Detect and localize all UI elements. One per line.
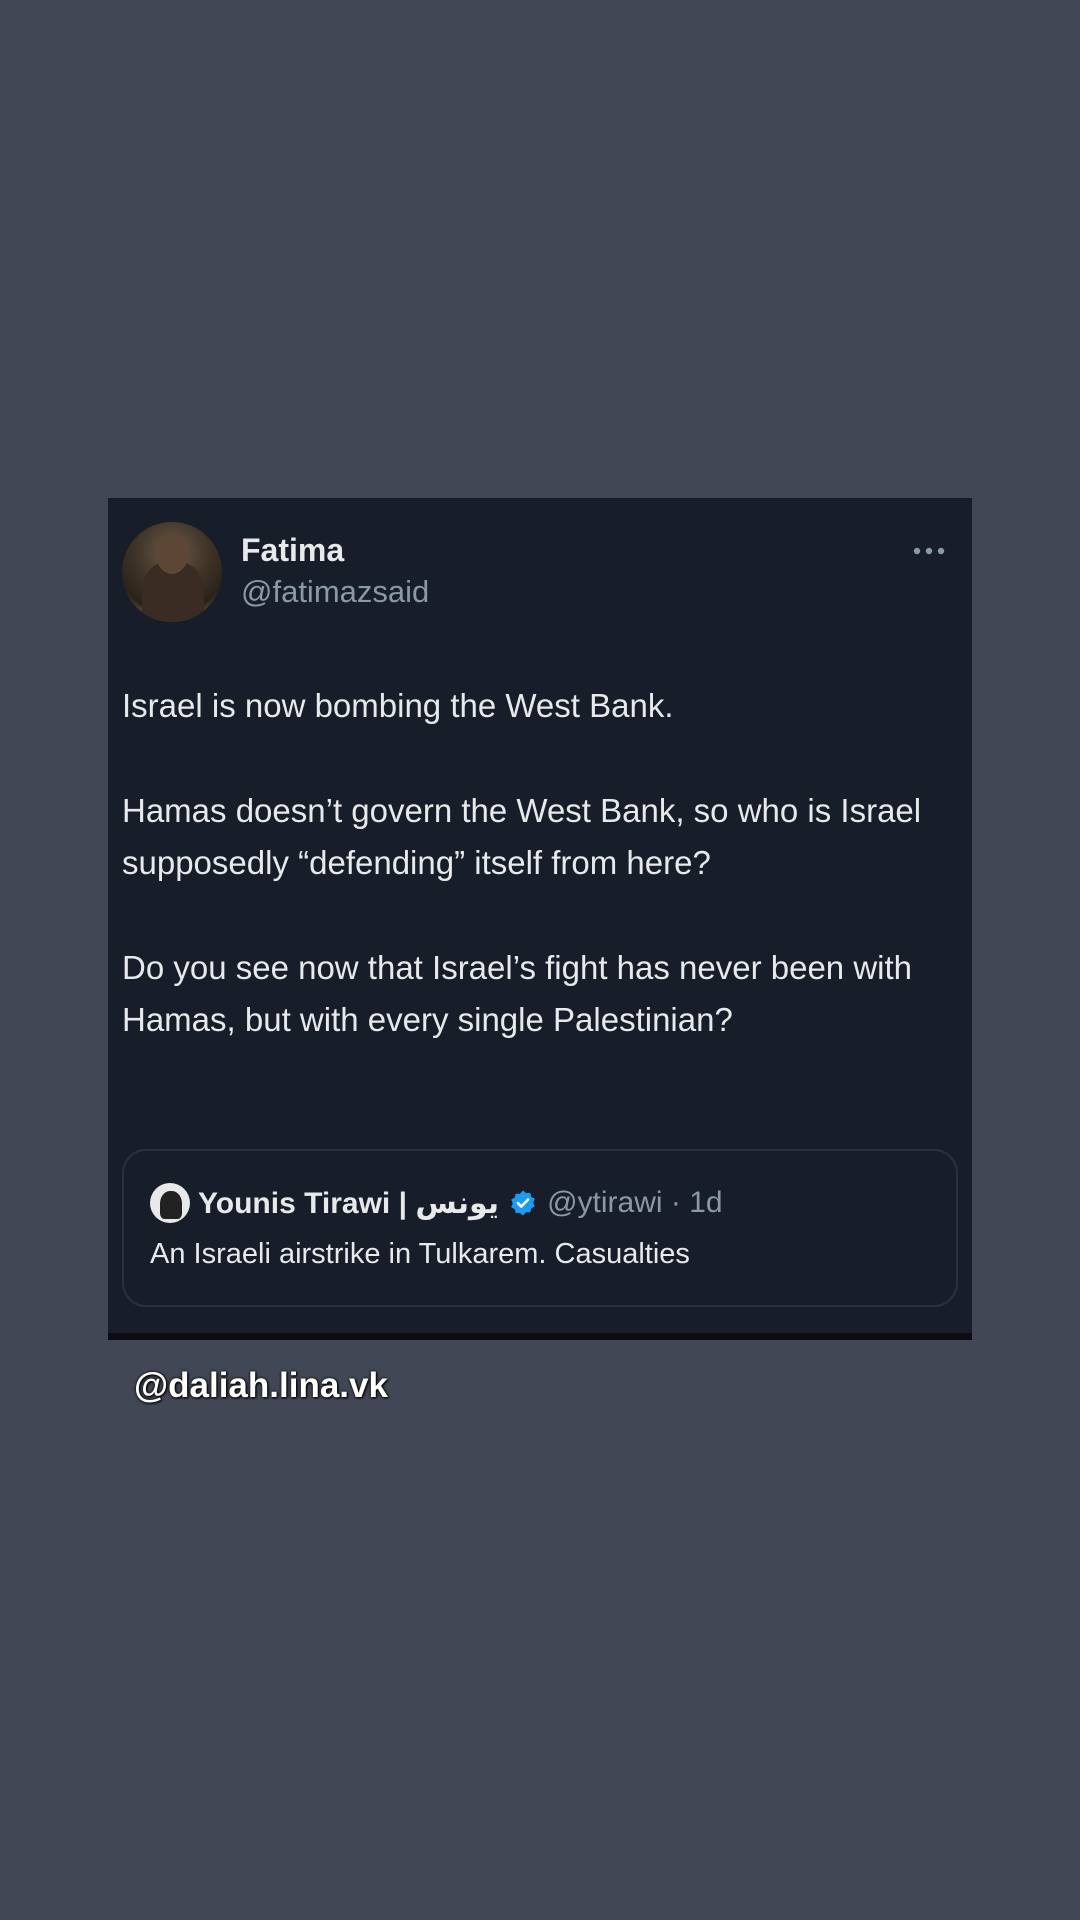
tweet-text: Israel is now bombing the West Bank. Ham…: [122, 680, 962, 1046]
tweet-paragraph: Do you see now that Israel’s fight has n…: [122, 949, 913, 1038]
watermark: @daliah.lina.vk: [134, 1366, 388, 1405]
avatar-figure-head: [156, 536, 188, 574]
avatar[interactable]: [122, 522, 222, 622]
quoted-author-handle-time: @ytirawi · 1d: [547, 1186, 723, 1219]
quoted-avatar: [150, 1183, 190, 1223]
author-display-name[interactable]: Fatima: [241, 532, 344, 569]
tweet-paragraph: Hamas doesn’t govern the West Bank, so w…: [122, 792, 922, 881]
tweet-card[interactable]: Fatima @fatimazsaid Israel is now bombin…: [108, 498, 972, 1340]
quoted-author-name: Younis Tirawi | يونس: [198, 1186, 500, 1220]
more-horizontal-icon[interactable]: [912, 546, 946, 556]
verified-badge-icon: [511, 1190, 535, 1216]
tweet-paragraph: Israel is now bombing the West Bank.: [122, 687, 674, 724]
quoted-tweet[interactable]: Younis Tirawi | يونس @ytirawi · 1d An Is…: [122, 1149, 958, 1307]
author-handle[interactable]: @fatimazsaid: [241, 574, 429, 610]
quoted-tweet-text: An Israeli airstrike in Tulkarem. Casual…: [150, 1238, 690, 1270]
quoted-tweet-header: Younis Tirawi | يونس @ytirawi · 1d: [198, 1183, 723, 1223]
